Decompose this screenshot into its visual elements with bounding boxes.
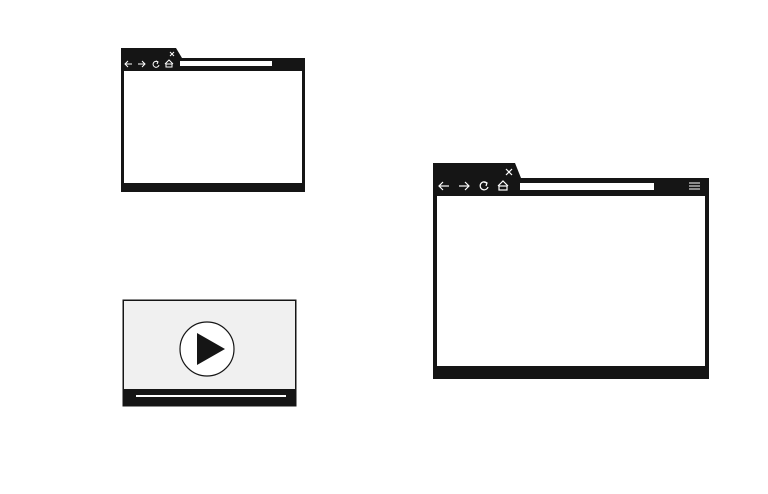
video-player-svg — [122, 299, 297, 407]
small-browser-window — [120, 47, 306, 193]
video-player — [122, 299, 297, 407]
progress-track — [136, 395, 286, 397]
address-bar — [520, 183, 654, 190]
browser-viewport — [124, 71, 302, 183]
large-browser-svg — [433, 163, 709, 379]
browser-status-bar — [124, 184, 302, 190]
small-browser-svg — [121, 48, 305, 192]
large-browser-window — [432, 162, 710, 380]
address-bar — [180, 61, 272, 66]
browser-viewport — [437, 196, 705, 366]
